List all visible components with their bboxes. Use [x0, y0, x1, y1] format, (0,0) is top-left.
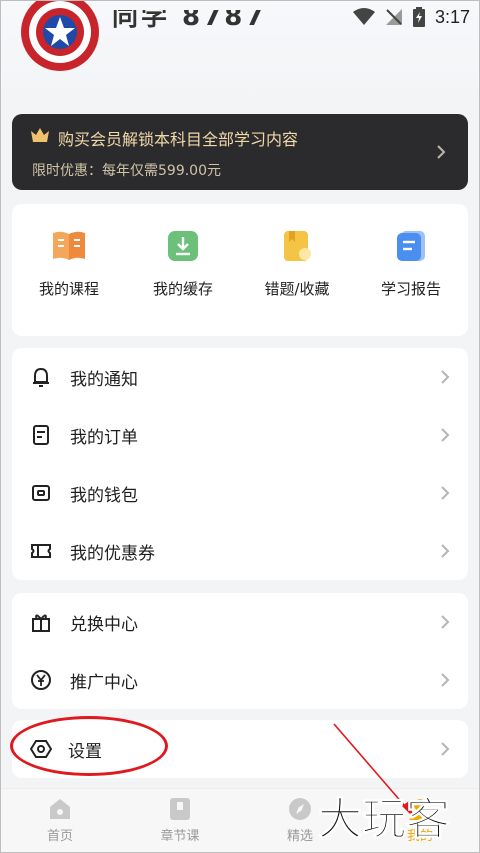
annotation-arrow: [333, 723, 414, 818]
svg-text:大玩客: 大玩客: [318, 794, 450, 845]
watermark-logo: 大玩客: [318, 794, 451, 846]
